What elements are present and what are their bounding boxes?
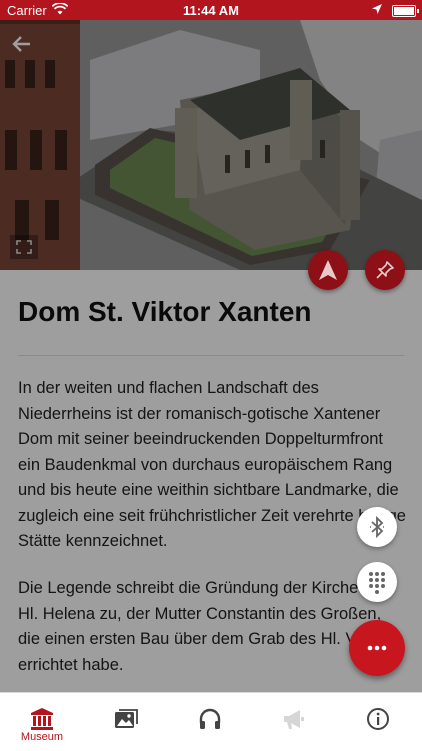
pin-icon bbox=[376, 261, 394, 279]
info-icon bbox=[367, 708, 389, 730]
megaphone-icon bbox=[284, 710, 304, 729]
tab-museum[interactable]: Museum bbox=[0, 693, 84, 751]
location-icon bbox=[371, 3, 383, 18]
divider bbox=[18, 355, 404, 356]
hero-image bbox=[0, 20, 422, 270]
keypad-button[interactable] bbox=[357, 562, 397, 602]
paragraph: Die Legende schreibt die Gründung der Ki… bbox=[18, 579, 388, 674]
gallery-icon bbox=[115, 709, 138, 728]
tab-label: Museum bbox=[20, 731, 64, 743]
keypad-icon bbox=[369, 572, 385, 594]
tab-audio[interactable] bbox=[168, 693, 252, 751]
tab-info[interactable] bbox=[336, 693, 420, 751]
more-dots-icon bbox=[367, 645, 387, 651]
fullscreen-button[interactable] bbox=[10, 235, 38, 259]
paragraph: In der weiten und flachen Landschaft des… bbox=[18, 379, 406, 550]
tab-gallery[interactable] bbox=[84, 693, 168, 751]
bluetooth-button[interactable] bbox=[357, 507, 397, 547]
headphones-icon bbox=[199, 708, 221, 729]
navigate-button[interactable] bbox=[308, 250, 348, 290]
back-button[interactable] bbox=[8, 30, 36, 58]
battery-icon bbox=[392, 5, 419, 17]
pin-button[interactable] bbox=[365, 250, 405, 290]
page-title: Dom St. Viktor Xanten bbox=[18, 296, 312, 327]
tab-announcements bbox=[252, 693, 336, 751]
fullscreen-icon bbox=[10, 235, 38, 259]
bluetooth-icon bbox=[370, 516, 384, 538]
back-arrow-icon bbox=[12, 36, 30, 52]
museum-icon bbox=[31, 708, 53, 730]
more-button[interactable] bbox=[349, 620, 405, 676]
status-bar: Carrier 11:44 AM bbox=[0, 0, 422, 20]
navigation-arrow-icon bbox=[319, 260, 337, 280]
clock: 11:44 AM bbox=[183, 3, 239, 18]
tab-bar: Museum bbox=[0, 692, 422, 751]
